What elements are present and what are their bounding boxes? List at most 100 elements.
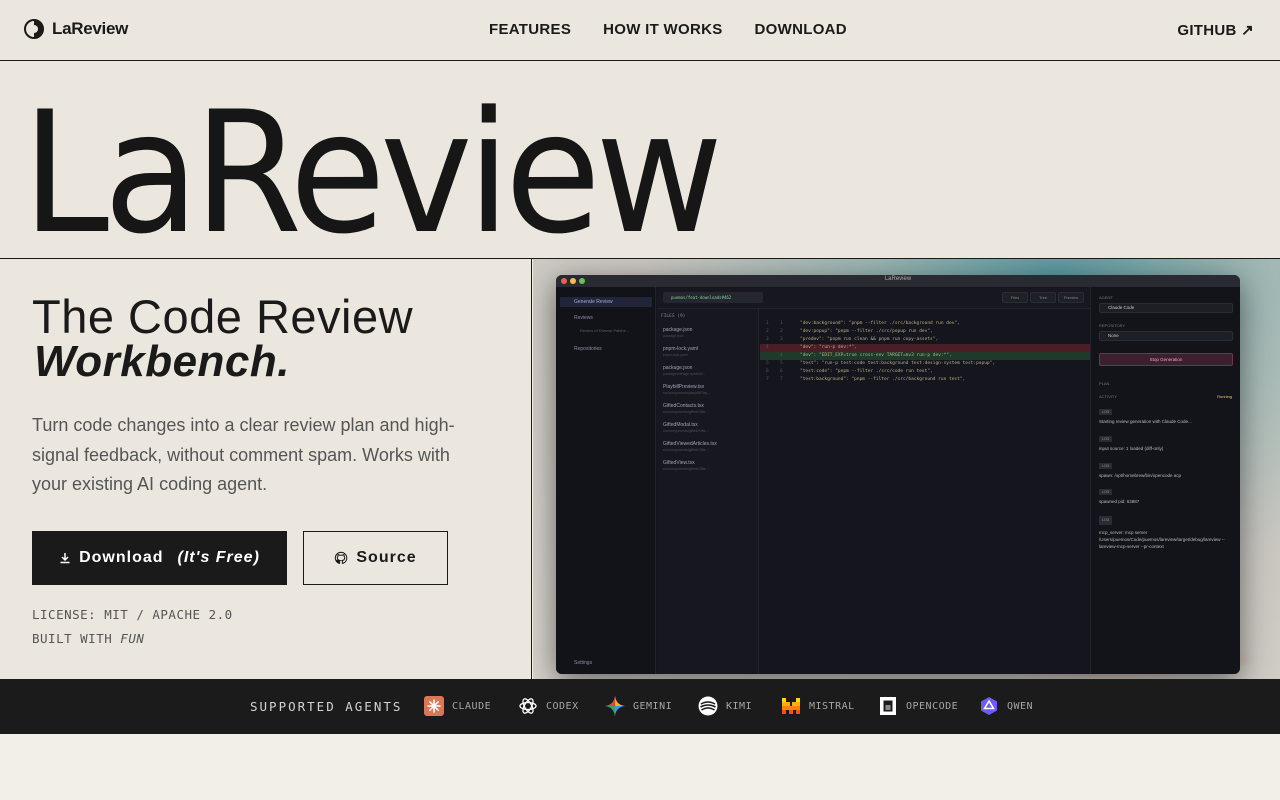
nav-link-github[interactable]: GITHUB ↗ <box>1177 21 1254 39</box>
code-text: "predev": "pnpm run clean && pnpm run co… <box>800 337 939 342</box>
code-text: "test": "run-p test:code test:background… <box>800 361 996 366</box>
log-tag: LOG <box>1099 489 1113 495</box>
line-number: 6 <box>780 369 783 374</box>
app-right-panel: AGENT Claude Code REPOSITORY None Stop G… <box>1090 287 1240 674</box>
agent-name: CODEX <box>546 700 579 712</box>
app-sidebar-item: Settings <box>574 660 593 666</box>
code-line: 6 6 "test:code": "pnpm --filter ./src/code… <box>760 368 1090 376</box>
line-number: 2 <box>780 329 783 334</box>
code-text: "dev:background": "pnpm --filter ./src/b… <box>800 321 960 326</box>
file-item: package.json package.json <box>663 327 755 338</box>
download-icon <box>60 553 70 564</box>
download-label: Download <box>79 549 164 566</box>
brand-link[interactable]: LaReview <box>24 19 128 39</box>
agent-qwen: QWEN <box>979 696 1033 716</box>
file-name: package.json <box>663 327 693 333</box>
agent-name: OPENCODE <box>906 700 959 712</box>
app-file-list: FILES (9) package.json package.json pnpm-… <box>657 287 759 674</box>
app-sidebar-item: Repositories <box>574 346 602 352</box>
supported-agents-label: SUPPORTED AGENTS <box>250 699 403 714</box>
built-with-text: BUILT WITH FUN <box>32 631 144 646</box>
file-item: PlaybillPreview.tsx src/components/playbi… <box>663 384 755 395</box>
mistral-icon <box>782 698 800 714</box>
log-text: mcp_server: mcp server /Users/puemos/Cod… <box>1099 530 1225 549</box>
file-item: GiftedContacts.tsx src/components/gifted/… <box>663 403 755 414</box>
agent-codex: CODEX <box>518 696 579 716</box>
plan-label: PLAN <box>1099 381 1110 386</box>
log-entry: LOG spawn: /opt/homebrew/bin/opencode acp <box>1099 463 1233 478</box>
nav-link-download[interactable]: DOWNLOAD <box>755 21 847 38</box>
log-tag: LOG <box>1099 436 1113 442</box>
code-text: "dev:popup": "pnpm --filter ./src/popup … <box>800 329 933 334</box>
built-with-fun: FUN <box>120 631 145 646</box>
opencode-icon <box>880 697 896 715</box>
code-line-deleted: 4 "dev": "run-p dev:*", <box>760 344 1090 352</box>
nav-link-how-it-works[interactable]: HOW IT WORKS <box>603 21 722 38</box>
log-tag: LOG <box>1099 516 1113 525</box>
app-window: LaReview Generate Review Reviews Review … <box>556 275 1240 674</box>
download-free-label: (It's Free) <box>177 549 260 566</box>
activity-status: Running <box>1217 394 1232 399</box>
file-path: src/components/gifted/Gifte... <box>663 410 709 414</box>
line-number: 6 <box>766 369 769 374</box>
log-tag: LOG <box>1099 463 1113 469</box>
top-nav: LaReview FEATURES HOW IT WORKS DOWNLOAD … <box>0 0 1280 61</box>
agent-label: AGENT <box>1099 295 1113 300</box>
toolbar-files-button: Files <box>1002 292 1028 303</box>
file-path: package.json <box>663 334 684 338</box>
agent-name: CLAUDE <box>452 700 492 712</box>
file-name: pnpm-lock.yaml <box>663 346 699 352</box>
nav-links: FEATURES HOW IT WORKS DOWNLOAD <box>489 21 847 38</box>
code-text: "test:code": "pnpm --filter ./src/code r… <box>800 369 933 374</box>
file-path: packages/design-system/... <box>663 372 706 376</box>
file-item: GiftedViewedArticles.tsx src/components/g… <box>663 441 755 452</box>
source-label: Source <box>356 549 417 566</box>
agent-claude: CLAUDE <box>424 696 491 716</box>
github-icon <box>335 551 348 564</box>
hero-intro: The Code Review Workbench. Turn code cha… <box>0 259 532 679</box>
nav-link-features[interactable]: FEATURES <box>489 21 571 38</box>
file-path: src/components/gifted/Gifte... <box>663 429 709 433</box>
toolbar-tree-button: Tree <box>1030 292 1056 303</box>
app-window-title: LaReview <box>884 276 912 282</box>
agent-mistral: MISTRAL <box>781 696 855 716</box>
code-line-added: 4 "dev": "EDIT_EXP=true cross-env TARGET=… <box>760 352 1090 360</box>
file-path: src/components/gifted/Gifte... <box>663 467 709 471</box>
log-text: Starting review generation with Claude C… <box>1099 419 1192 424</box>
download-button[interactable]: Download (It's Free) <box>32 531 287 585</box>
agent-name: MISTRAL <box>809 700 855 712</box>
agent-name: GEMINI <box>633 700 673 712</box>
file-item: GiftedView.tsx src/components/gifted/Gift… <box>663 460 755 471</box>
line-number: 1 <box>766 321 769 326</box>
file-name: GiftedViewedArticles.tsx <box>663 441 717 447</box>
agent-kimi: KIMI <box>698 696 752 716</box>
log-entry: LOG spawned pid: 63887 <box>1099 489 1233 504</box>
agent-select: Claude Code <box>1099 303 1233 313</box>
hero-title-band: LaReview <box>0 61 1280 259</box>
agent-opencode: OPENCODE <box>878 696 958 716</box>
code-text: "test:background": "pnpm --filter ./src/… <box>800 377 966 382</box>
app-sidebar-item: Reviews <box>574 315 593 321</box>
source-button[interactable]: Source <box>303 531 448 585</box>
app-screenshot-area: LaReview Generate Review Reviews Review … <box>533 259 1280 679</box>
file-name: GiftedModal.tsx <box>663 422 698 428</box>
file-name: package.json <box>663 365 693 371</box>
app-titlebar: LaReview <box>556 275 1240 287</box>
hero-title: LaReview <box>22 75 723 259</box>
line-number: 3 <box>780 337 783 342</box>
file-name: PlaybillPreview.tsx <box>663 384 705 390</box>
agent-gemini: GEMINI <box>605 696 672 716</box>
toolbar-preview-button: Preview <box>1058 292 1084 303</box>
file-list-header: FILES (9) <box>661 314 686 319</box>
claude-icon <box>424 696 444 716</box>
line-number: 7 <box>780 377 783 382</box>
branch-pill: puemos/feat-downloads#462 <box>663 292 763 303</box>
kimi-icon <box>698 696 718 716</box>
line-number: 2 <box>766 329 769 334</box>
line-number: 4 <box>766 345 769 350</box>
code-text: "dev": "EDIT_EXP=true cross-env TARGET=m… <box>800 353 952 358</box>
repository-label: REPOSITORY <box>1099 323 1126 328</box>
activity-label: ACTIVITY <box>1099 394 1118 399</box>
tagline-line-1: The Code Review <box>32 290 414 343</box>
file-path: pnpm-lock.yaml <box>663 353 688 357</box>
